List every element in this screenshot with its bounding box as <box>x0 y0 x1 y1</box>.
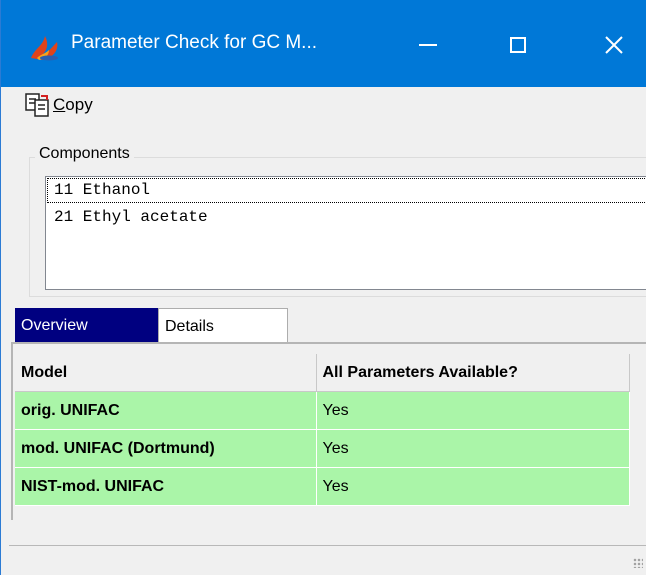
copy-label: Copy <box>53 95 93 114</box>
maximize-icon <box>510 37 526 53</box>
column-header-model[interactable]: Model <box>15 354 317 392</box>
list-item[interactable]: 21 Ethyl acetate <box>46 204 646 231</box>
table-header-row: Model All Parameters Available? <box>15 354 630 392</box>
table-row[interactable]: mod. UNIFAC (Dortmund) Yes <box>15 429 630 468</box>
components-list[interactable]: 11 Ethanol 21 Ethyl acetate <box>45 176 646 290</box>
tab-details[interactable]: Details <box>158 308 288 342</box>
tab-overview[interactable]: Overview <box>15 308 158 342</box>
table-row[interactable]: NIST-mod. UNIFAC Yes <box>15 467 630 506</box>
cell-available[interactable]: Yes <box>316 429 630 468</box>
flame-icon <box>31 36 58 61</box>
table-row[interactable]: orig. UNIFAC Yes <box>15 391 630 430</box>
cell-model[interactable]: NIST-mod. UNIFAC <box>15 467 317 506</box>
copy-button[interactable]: Copy <box>25 92 93 118</box>
cell-model[interactable]: orig. UNIFAC <box>15 391 317 430</box>
minimize-icon <box>419 44 437 46</box>
close-icon <box>605 36 623 54</box>
copy-icon <box>25 93 49 117</box>
close-button[interactable] <box>587 22 641 68</box>
maximize-button[interactable] <box>491 22 545 68</box>
cell-available[interactable]: Yes <box>316 391 630 430</box>
cell-available[interactable]: Yes <box>316 467 630 506</box>
list-item[interactable]: 11 Ethanol <box>46 177 646 204</box>
title-bar[interactable]: Parameter Check for GC M... <box>1 0 646 87</box>
status-bar <box>9 545 646 575</box>
parameter-check-window: Parameter Check for GC M... Copy Compone… <box>0 0 646 575</box>
cell-model[interactable]: mod. UNIFAC (Dortmund) <box>15 429 317 468</box>
window-title: Parameter Check for GC M... <box>71 32 318 53</box>
components-group-label: Components <box>35 145 134 163</box>
resize-grip-icon[interactable] <box>633 558 643 568</box>
column-header-available[interactable]: All Parameters Available? <box>316 354 630 392</box>
minimize-button[interactable] <box>401 22 455 68</box>
model-parameter-table: Model All Parameters Available? orig. UN… <box>15 354 630 506</box>
